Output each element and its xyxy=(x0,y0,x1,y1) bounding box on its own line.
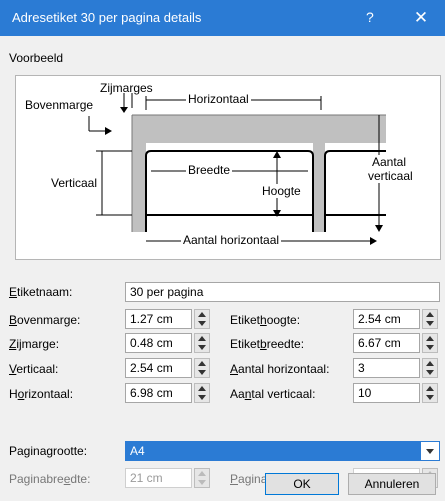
verticaal-field-label: Verticaal: xyxy=(9,362,59,376)
zijmarge-spinner[interactable] xyxy=(194,333,210,353)
aantal-horizontaal-input[interactable]: 3 xyxy=(353,358,420,378)
cancel-button[interactable]: Annuleren xyxy=(348,473,436,495)
window-title: Adresetiket 30 per pagina details xyxy=(12,10,202,25)
zijmarge-input[interactable]: 0.48 cm xyxy=(125,333,192,353)
etiketbreedte-label: Etiketbreedte: xyxy=(230,337,305,351)
page-left-margin xyxy=(132,115,146,232)
horizontaal-input[interactable]: 6.98 cm xyxy=(125,383,192,403)
paginagrootte-value: A4 xyxy=(130,444,145,458)
aantal-verticaal-label-1: Aantal xyxy=(372,155,407,169)
bovenmarge-spinner[interactable] xyxy=(194,309,210,329)
zijmarge-label: Zijmarge: xyxy=(9,337,60,351)
bovenmarge-input[interactable]: 1.27 cm xyxy=(125,309,192,329)
etiketbreedte-input[interactable]: 6.67 cm xyxy=(353,333,420,353)
aantal-horizontaal-field-label: Aantal horizontaal: xyxy=(230,362,330,376)
paginabreedte-spinner[interactable] xyxy=(194,468,210,488)
help-button[interactable]: ? xyxy=(366,9,374,25)
verticaal-spinner[interactable] xyxy=(194,358,210,378)
breedte-label: Breedte xyxy=(186,163,233,177)
paginabreedte-input[interactable]: 21 cm xyxy=(125,468,192,488)
horizontaal-field-label: Horizontaal: xyxy=(9,387,74,401)
aantal-verticaal-spinner[interactable] xyxy=(422,383,438,403)
page-gutter xyxy=(313,143,325,232)
aantal-verticaal-input[interactable]: 10 xyxy=(353,383,420,403)
verticaal-label: Verticaal xyxy=(49,176,100,190)
title-bar: Adresetiket 30 per pagina details ? ✕ xyxy=(0,0,445,36)
close-button[interactable]: ✕ xyxy=(406,6,436,30)
zijmarges-label: Zijmarges xyxy=(100,81,153,95)
horizontaal-spinner[interactable] xyxy=(194,383,210,403)
paginagrootte-select[interactable]: A4 xyxy=(125,441,440,461)
aantal-horizontaal-label: Aantal horizontaal xyxy=(181,233,282,247)
page-top-band xyxy=(132,115,386,143)
paginabreedte-label: Paginabreedte: xyxy=(9,472,91,486)
hoogte-label: Hoogte xyxy=(260,184,303,198)
bovenmarge-field-label: Bovenmarge: xyxy=(9,313,81,327)
etikethoogte-label: Etikethoogte: xyxy=(230,313,301,327)
horizontaal-label: Horizontaal xyxy=(186,92,251,106)
aantal-verticaal-field-label: Aantal verticaal: xyxy=(230,387,316,401)
chevron-down-icon[interactable] xyxy=(420,442,439,460)
label-details-dialog: Adresetiket 30 per pagina details ? ✕ Vo… xyxy=(0,0,445,501)
etiketbreedte-spinner[interactable] xyxy=(422,333,438,353)
bovenmarge-label: Bovenmarge xyxy=(25,98,94,112)
paginagrootte-label: Paginagrootte: xyxy=(9,444,88,458)
etiketnaam-input[interactable]: 30 per pagina xyxy=(125,282,440,302)
verticaal-input[interactable]: 2.54 cm xyxy=(125,358,192,378)
preview-group-label: Voorbeeld xyxy=(9,51,64,65)
aantal-horizontaal-spinner[interactable] xyxy=(422,358,438,378)
preview-panel: Zijmarges Bovenmarge Horizontaal Breedte… xyxy=(15,75,441,260)
aantal-verticaal-label-2: verticaal xyxy=(368,169,413,183)
etikethoogte-input[interactable]: 2.54 cm xyxy=(353,309,420,329)
etikethoogte-spinner[interactable] xyxy=(422,309,438,329)
etiketnaam-label: Etiketnaam: xyxy=(9,285,73,299)
ok-button[interactable]: OK xyxy=(265,473,339,495)
